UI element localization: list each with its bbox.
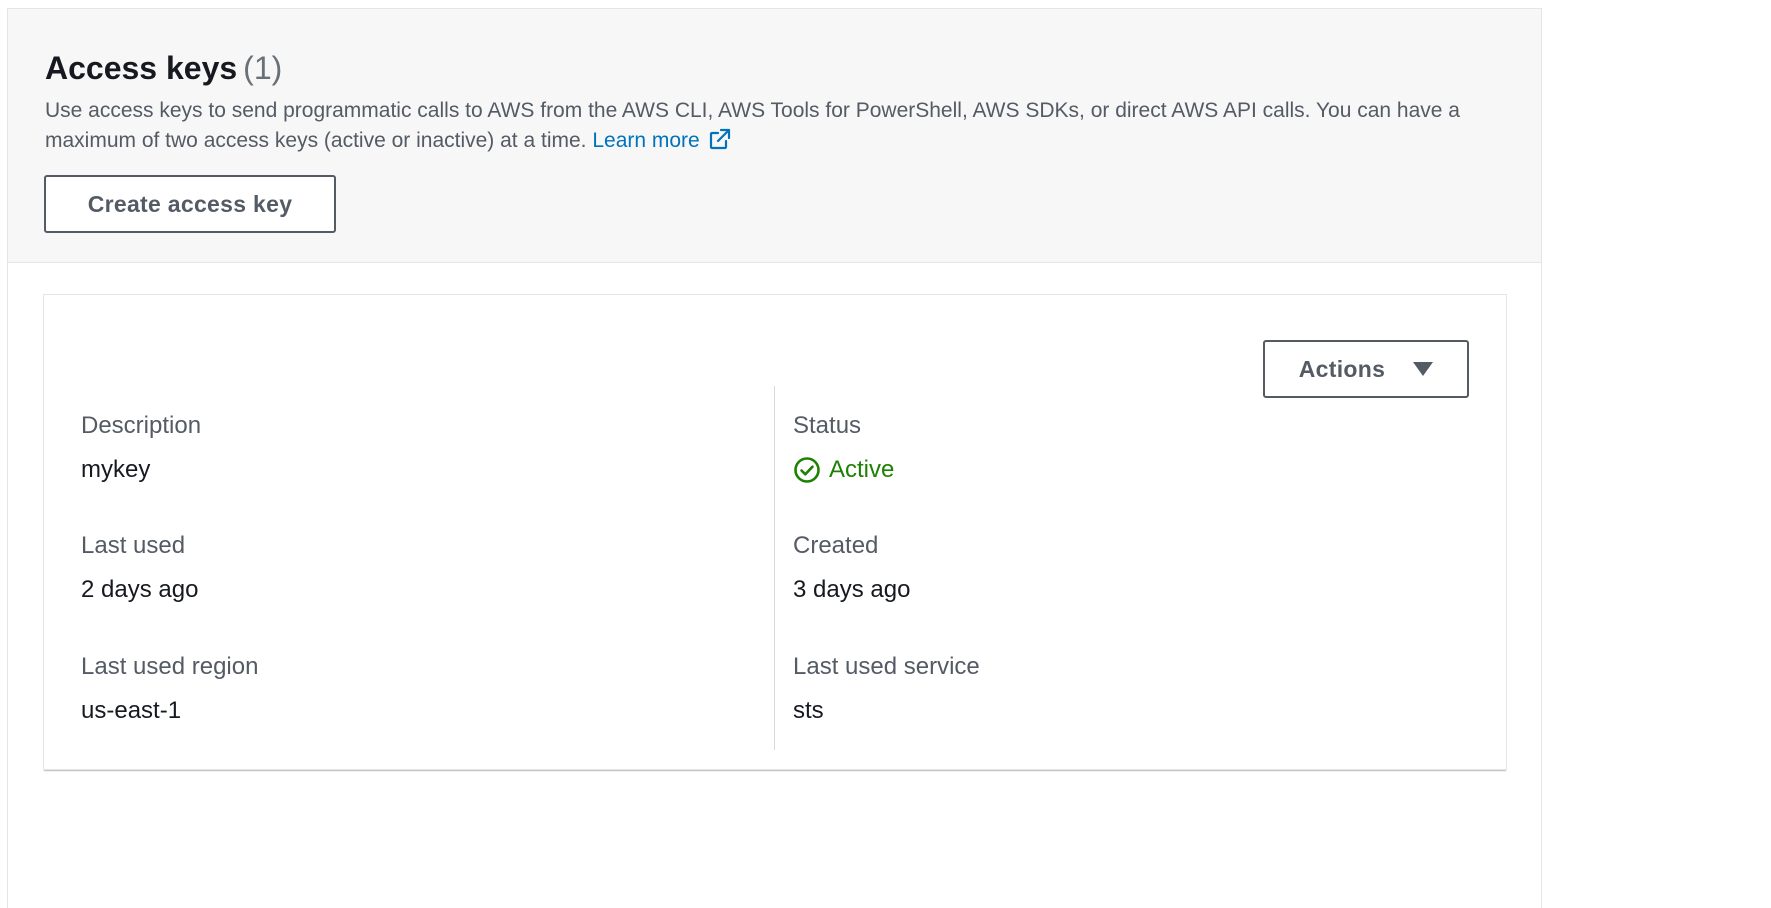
created-field: Created 3 days ago — [793, 531, 910, 605]
last-used-region-field: Last used region us-east-1 — [81, 652, 258, 726]
learn-more-link[interactable]: Learn more — [592, 128, 731, 152]
check-circle-icon — [794, 457, 820, 483]
created-label: Created — [793, 532, 879, 559]
last-used-service-field: Last used service sts — [793, 652, 980, 726]
status-value: Active — [793, 455, 894, 485]
last-used-service-value: sts — [793, 697, 824, 724]
access-key-card: Actions Description mykey Status Active … — [43, 294, 1507, 770]
panel-header: Access keys (1) Use access keys to send p… — [8, 9, 1541, 263]
create-access-key-button[interactable]: Create access key — [44, 175, 336, 233]
last-used-label: Last used — [81, 532, 186, 559]
panel-description: Use access keys to send programmatic cal… — [45, 96, 1505, 156]
actions-label: Actions — [1298, 355, 1386, 382]
panel-title-text: Access keys — [45, 50, 238, 86]
access-keys-panel: Access keys (1) Use access keys to send p… — [7, 8, 1542, 908]
access-key-count: (1) — [243, 50, 283, 86]
status-label: Status — [793, 412, 862, 439]
actions-button[interactable]: Actions — [1263, 340, 1469, 398]
learn-more-label: Learn more — [592, 129, 700, 152]
create-access-key-label: Create access key — [87, 190, 293, 217]
status-text: Active — [829, 456, 895, 483]
description-value: mykey — [81, 456, 151, 483]
caret-down-icon — [1413, 362, 1434, 376]
last-used-value: 2 days ago — [81, 576, 199, 603]
last-used-region-label: Last used region — [81, 653, 259, 680]
description-label: Description — [81, 412, 202, 439]
panel-title: Access keys (1) — [45, 49, 282, 87]
last-used-region-value: us-east-1 — [81, 697, 182, 724]
description-text: Use access keys to send programmatic cal… — [45, 99, 1460, 152]
created-value: 3 days ago — [793, 576, 911, 603]
status-field: Status Active — [793, 411, 894, 485]
external-link-icon — [709, 128, 730, 150]
last-used-service-label: Last used service — [793, 653, 980, 680]
column-divider — [774, 386, 775, 750]
last-used-field: Last used 2 days ago — [81, 531, 198, 605]
description-field: Description mykey — [81, 411, 201, 485]
